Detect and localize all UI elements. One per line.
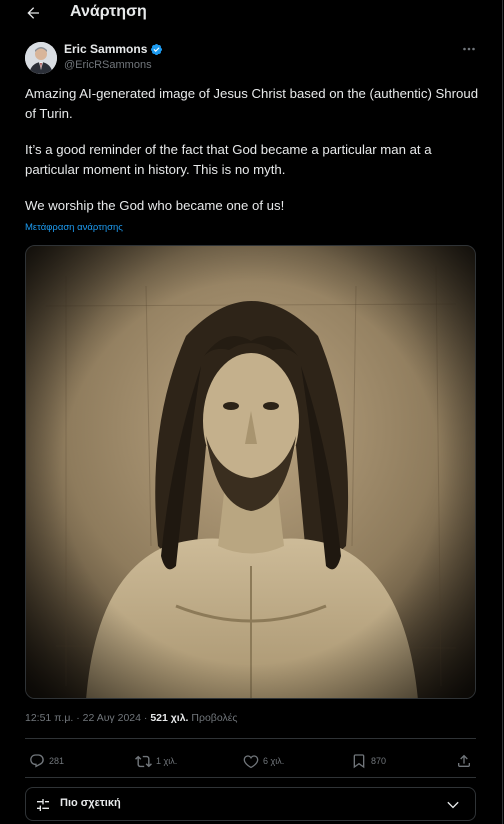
- author-name[interactable]: Eric Sammons: [64, 42, 163, 56]
- repost-icon: [135, 755, 152, 767]
- verified-badge-icon: [151, 43, 163, 55]
- bookmark-icon: [353, 754, 365, 769]
- translate-post-link[interactable]: Μετάφραση ανάρτησης: [25, 222, 123, 233]
- bookmark-count: 870: [371, 756, 387, 766]
- reply-button[interactable]: 281: [29, 752, 64, 770]
- more-options-button[interactable]: [461, 41, 477, 57]
- portrait-image: [26, 246, 475, 698]
- tweet-meta: 12:51 π.μ. · 22 Αυγ 2024 · 521 χιλ. Προβ…: [25, 712, 237, 724]
- author-name-text: Eric Sammons: [64, 42, 148, 56]
- post-date[interactable]: 22 Αυγ 2024: [83, 712, 141, 724]
- tweet-paragraph: Amazing AI-generated image of Jesus Chri…: [25, 86, 479, 121]
- like-button[interactable]: 6 χιλ.: [243, 752, 284, 770]
- sort-label: Πιο σχετική: [60, 797, 121, 809]
- meta-dot: ·: [140, 712, 151, 724]
- heart-icon: [243, 755, 259, 769]
- chevron-down-icon: [447, 801, 459, 809]
- page-title: Ανάρτηση: [70, 3, 147, 20]
- reply-sort-dropdown[interactable]: Πιο σχετική: [25, 787, 476, 821]
- more-horizontal-icon: [463, 47, 475, 51]
- bookmark-button[interactable]: 870: [351, 752, 386, 770]
- avatar[interactable]: [25, 42, 57, 74]
- repost-button[interactable]: 1 χιλ.: [135, 752, 177, 770]
- arrow-left-icon: [27, 7, 39, 19]
- filter-sliders-icon: [37, 799, 49, 811]
- reply-count: 281: [49, 756, 65, 766]
- share-button[interactable]: [456, 752, 472, 770]
- author-handle[interactable]: @EricRSammons: [64, 59, 152, 71]
- tweet-paragraph: It’s a good reminder of the fact that Go…: [25, 142, 432, 177]
- tweet-paragraph: We worship the God who became one of us!: [25, 198, 285, 213]
- divider-bottom: [25, 777, 476, 778]
- views-label: Προβολές: [188, 712, 238, 724]
- top-bar: Ανάρτηση: [0, 0, 503, 27]
- author-photo: [25, 42, 57, 74]
- like-count: 6 χιλ.: [263, 756, 285, 766]
- repost-count: 1 χιλ.: [156, 756, 178, 766]
- reply-icon: [30, 754, 44, 768]
- divider-top: [25, 738, 476, 739]
- views-count: 521 χιλ.: [150, 712, 189, 724]
- share-icon: [458, 754, 470, 767]
- tweet-image[interactable]: [25, 245, 476, 699]
- post-time[interactable]: 12:51 π.μ.: [25, 712, 73, 724]
- meta-separator: ·: [73, 712, 83, 724]
- back-button[interactable]: [22, 2, 44, 24]
- tweet-text: Amazing AI-generated image of Jesus Chri…: [25, 84, 480, 216]
- post-column: Ανάρτηση Eric Sammons @EricRSammons Amaz…: [0, 0, 503, 824]
